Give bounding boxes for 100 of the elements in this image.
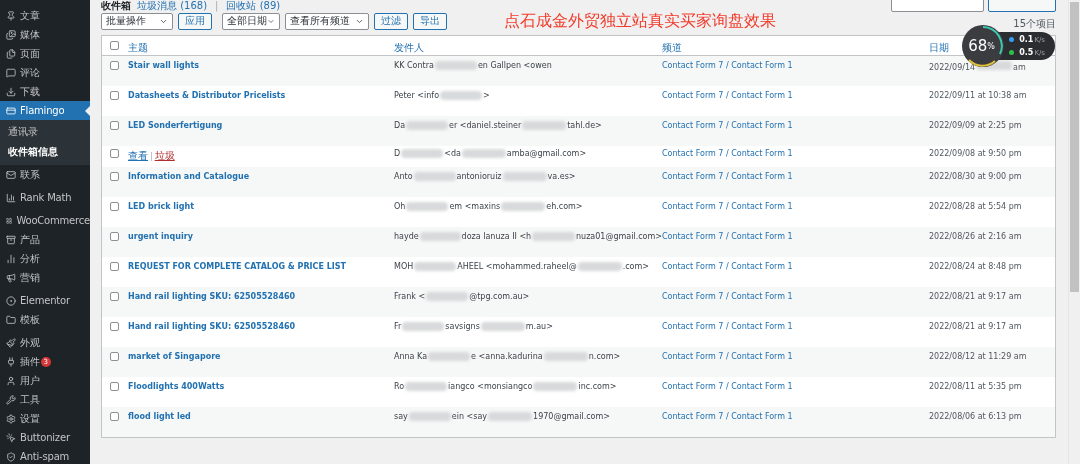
channel-link[interactable]: Contact Form 7 / Contact Form 1	[662, 352, 793, 361]
sidebar-item[interactable]: 产品	[0, 230, 90, 249]
sender-cell-text: Ro iangco <monsiangco inc.com>	[394, 382, 618, 393]
brush-icon	[6, 337, 16, 348]
sidebar-item[interactable]: Anti-spam	[0, 447, 90, 464]
channel-link[interactable]: Contact Form 7 / Contact Form 1	[662, 121, 793, 130]
user-icon	[6, 375, 16, 386]
subject-link[interactable]: Hand rail lighting SKU: 62505528460	[128, 292, 296, 301]
view-link[interactable]: 回收站 (89)	[226, 0, 281, 12]
date-cell-text: 2022/08/21 at 9:17 am	[929, 292, 1023, 303]
sidebar-item[interactable]: 设置	[0, 409, 90, 428]
sidebar-item[interactable]: 媒体	[0, 25, 90, 44]
subject-link[interactable]: Hand rail lighting SKU: 62505528460	[128, 322, 296, 331]
sidebar-item[interactable]: 营销	[0, 268, 90, 287]
spam-link[interactable]: 垃圾	[154, 150, 175, 161]
subject-link[interactable]: LED Sonderfertigung	[128, 121, 223, 130]
channel-link[interactable]: Contact Form 7 / Contact Form 1	[662, 172, 793, 181]
channel-select[interactable]: 查看所有频道	[285, 12, 369, 30]
filter-button[interactable]: 过滤	[374, 12, 408, 30]
speech-bubble-icon	[6, 67, 16, 78]
row-checkbox[interactable]	[110, 149, 119, 158]
row-checkbox[interactable]	[110, 412, 119, 421]
subject-link[interactable]: Floodlights 400Watts	[128, 382, 225, 391]
sidebar-item[interactable]: 用户	[0, 371, 90, 390]
channel-link[interactable]: Contact Form 7 / Contact Form 1	[662, 412, 793, 421]
column-header[interactable]: 日期	[929, 42, 949, 53]
date-select[interactable]: 全部日期	[222, 12, 280, 30]
column-header[interactable]: 发件人	[394, 42, 424, 53]
submenu-item[interactable]: 收件箱信息	[0, 142, 90, 162]
row-checkbox[interactable]	[110, 61, 119, 70]
export-button[interactable]: 导出	[413, 12, 447, 30]
channel-link[interactable]: Contact Form 7 / Contact Form 1	[662, 202, 793, 211]
channel-link[interactable]: Contact Form 7 / Contact Form 1	[662, 292, 793, 301]
apply-button[interactable]: 应用	[178, 12, 212, 30]
archive-icon	[6, 234, 16, 245]
submenu-item[interactable]: 通讯录	[0, 122, 90, 142]
sidebar-item[interactable]: 评论	[0, 63, 90, 82]
sidebar-item[interactable]: 模板	[0, 310, 90, 329]
pointer-icon	[6, 432, 16, 443]
row-checkbox[interactable]	[110, 232, 119, 241]
sidebar-item[interactable]: 联系	[0, 165, 90, 184]
channel-link[interactable]: Contact Form 7 / Contact Form 1	[662, 91, 793, 100]
row-checkbox[interactable]	[110, 382, 119, 391]
annotation-text: 点石成金外贸独立站真实买家询盘效果	[504, 10, 776, 32]
sender-cell-text: hayde doza lanuza II <h nuza01@gmail.com>	[394, 232, 662, 243]
row-checkbox[interactable]	[110, 172, 119, 181]
view-link[interactable]: 收件箱	[101, 0, 131, 12]
subject-link[interactable]: REQUEST FOR COMPLETE CATALOG & PRICE LIST	[128, 262, 346, 271]
row-checkbox[interactable]	[110, 91, 119, 100]
sidebar-item[interactable]: 页面	[0, 44, 90, 63]
sidebar-item[interactable]: 分析	[0, 249, 90, 268]
row-checkbox[interactable]	[110, 121, 119, 130]
date-cell-text: 2022/08/26 at 2:16 am	[929, 232, 1023, 243]
row-checkbox[interactable]	[110, 322, 119, 331]
sender-cell-text: Frank < @tpg.com.au>	[394, 292, 531, 303]
sender-cell-text: D <da amba@gmail.com>	[394, 149, 588, 160]
channel-link[interactable]: Contact Form 7 / Contact Form 1	[662, 61, 793, 70]
sidebar-item[interactable]: 外观	[0, 333, 90, 352]
channel-link[interactable]: Contact Form 7 / Contact Form 1	[662, 382, 793, 391]
subject-link[interactable]: urgent inquiry	[128, 232, 193, 241]
subject-link[interactable]: market of Singapore	[128, 352, 221, 361]
view-link[interactable]: 垃圾消息 (168)	[137, 0, 208, 12]
row-checkbox[interactable]	[110, 262, 119, 271]
channel-link[interactable]: Contact Form 7 / Contact Form 1	[662, 262, 793, 271]
shield-icon	[6, 451, 16, 462]
sidebar-item[interactable]: Buttonizer	[0, 428, 90, 447]
subject-link[interactable]: Datasheets & Distributor Pricelists	[128, 91, 286, 100]
row-checkbox[interactable]	[110, 352, 119, 361]
column-header[interactable]: 主题	[128, 42, 148, 53]
bulk-action-select[interactable]: 批量操作	[101, 12, 173, 30]
grid-icon	[6, 215, 13, 226]
bar-chart-icon	[6, 253, 16, 264]
date-cell-text: 2022/08/11 at 5:35 pm	[929, 382, 1023, 393]
sidebar-item[interactable]: 文章	[0, 6, 90, 25]
sidebar-item[interactable]: Elementor	[0, 291, 90, 310]
column-header[interactable]: 频道	[662, 42, 682, 53]
upload-dot-icon	[1009, 37, 1015, 42]
row-checkbox[interactable]	[110, 202, 119, 211]
sidebar-item[interactable]: Rank Math	[0, 188, 90, 207]
row-checkbox[interactable]	[110, 292, 119, 301]
sidebar-item[interactable]: 下载	[0, 82, 90, 101]
subject-link[interactable]: LED brick light	[128, 202, 194, 211]
view-link[interactable]: 查看	[128, 150, 148, 161]
sidebar-item[interactable]: WooCommerce	[0, 211, 90, 230]
channel-link[interactable]: Contact Form 7 / Contact Form 1	[662, 149, 793, 158]
sidebar-item[interactable]: Flamingo	[0, 101, 90, 120]
subject-link[interactable]: Information and Catalogue	[128, 172, 250, 181]
subject-link[interactable]: Stair wall lights	[128, 61, 199, 70]
folder-icon	[6, 314, 16, 325]
sender-cell-text: Oh em <maxins eh.com>	[394, 202, 584, 213]
sender-cell-text: Da er <daniel.steiner tahl.de>	[394, 121, 603, 132]
search-button[interactable]	[988, 0, 1056, 12]
search-field[interactable]	[891, 0, 984, 12]
select-all-checkbox[interactable]	[110, 41, 119, 50]
channel-link[interactable]: Contact Form 7 / Contact Form 1	[662, 322, 793, 331]
subject-link[interactable]: flood light led	[128, 412, 191, 421]
sidebar-item[interactable]: 工具	[0, 390, 90, 409]
channel-link[interactable]: Contact Form 7 / Contact Form 1	[662, 232, 793, 241]
sender-cell-text: MOH AHEEL <mohammed.raheel@ .com>	[394, 262, 650, 273]
scrollbar[interactable]	[1068, 0, 1080, 464]
